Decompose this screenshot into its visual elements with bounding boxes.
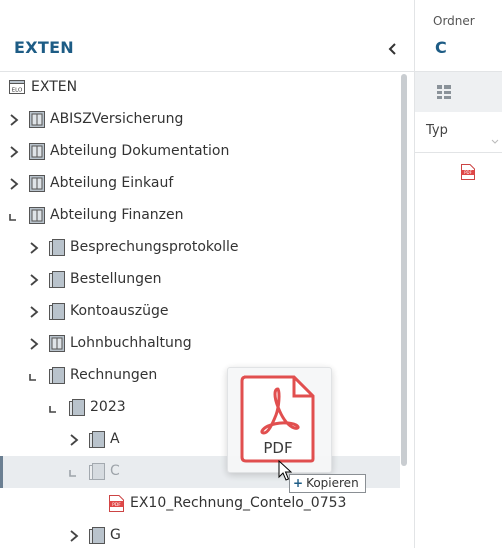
tree-item-label: Abteilung Dokumentation bbox=[50, 143, 230, 159]
folder-icon bbox=[49, 271, 65, 288]
column-header-label: Typ bbox=[426, 123, 448, 138]
folder-content-panel: Ordner C Typ PDF bbox=[415, 0, 502, 548]
tree-item-abiszversicherung[interactable]: ABISZVersicherung bbox=[0, 104, 400, 136]
tree-root[interactable]: ELO EXTEN bbox=[0, 72, 400, 104]
chevron-right-icon[interactable] bbox=[28, 241, 40, 255]
tree-item-a[interactable]: A bbox=[0, 424, 400, 456]
expanded-indicator-icon[interactable] bbox=[8, 209, 20, 223]
copy-tooltip: + Kopieren bbox=[289, 474, 366, 493]
tree-item-label: Abteilung Einkauf bbox=[50, 175, 174, 191]
svg-text:PDF: PDF bbox=[112, 502, 121, 508]
tree-item-rechnungen[interactable]: Rechnungen bbox=[0, 360, 400, 392]
tree-item-label: Besprechungsprotokolle bbox=[70, 239, 239, 255]
cabinet-icon bbox=[29, 143, 45, 160]
pdf-type-label: PDF bbox=[263, 439, 292, 457]
drag-preview: PDF bbox=[227, 367, 332, 473]
tree-item-besprechungsprotokolle[interactable]: Besprechungsprotokolle bbox=[0, 232, 400, 264]
cabinet-icon bbox=[29, 207, 45, 224]
svg-text:ELO: ELO bbox=[12, 88, 23, 94]
chevron-right-icon[interactable] bbox=[28, 305, 40, 319]
sort-icon[interactable] bbox=[491, 139, 499, 145]
tree-item-lohnbuchhaltung[interactable]: Lohnbuchhaltung bbox=[0, 328, 400, 360]
tree-item-label: EX10_Rechnung_Contelo_0753 bbox=[130, 495, 347, 511]
tree-root-label: EXTEN bbox=[31, 79, 78, 95]
tree-item-kontoauszuege[interactable]: Kontoauszüge bbox=[0, 296, 400, 328]
chevron-right-icon[interactable] bbox=[8, 113, 20, 127]
chevron-right-icon[interactable] bbox=[8, 177, 20, 191]
cabinet-icon bbox=[29, 111, 45, 128]
expanded-indicator-icon[interactable] bbox=[68, 465, 80, 479]
plus-icon: + bbox=[293, 476, 304, 490]
tree-scrollbar[interactable] bbox=[401, 74, 407, 466]
tree-item-2023[interactable]: 2023 bbox=[0, 392, 400, 424]
repository-icon: ELO bbox=[9, 80, 25, 94]
tree-item-label: Kontoauszüge bbox=[70, 303, 169, 319]
tree-item-abteilung-einkauf[interactable]: Abteilung Einkauf bbox=[0, 168, 400, 200]
tree-item-label: C bbox=[110, 463, 120, 479]
chevron-right-icon[interactable] bbox=[28, 273, 40, 287]
chevron-right-icon[interactable] bbox=[68, 433, 80, 447]
cabinet-icon bbox=[29, 175, 45, 192]
folder-type-label: Ordner bbox=[433, 14, 475, 28]
repository-panel: EXTEN ELO EXTEN ABISZVersicherung Abteil… bbox=[0, 0, 414, 548]
selection-marker bbox=[0, 456, 3, 488]
tree-item-label: A bbox=[110, 431, 120, 447]
folder-icon bbox=[49, 367, 65, 384]
expanded-indicator-icon[interactable] bbox=[48, 401, 60, 415]
tree-item-label: Bestellungen bbox=[70, 271, 162, 287]
cabinet-icon bbox=[49, 335, 65, 352]
folder-icon bbox=[69, 399, 85, 416]
tree-item-g[interactable]: G bbox=[0, 520, 400, 548]
tree-item-bestellungen[interactable]: Bestellungen bbox=[0, 264, 400, 296]
tree-item-abteilung-finanzen[interactable]: Abteilung Finanzen bbox=[0, 200, 400, 232]
tree-item-label: 2023 bbox=[90, 399, 126, 415]
tree-item-label: Abteilung Finanzen bbox=[50, 207, 184, 223]
tree-item-label: G bbox=[110, 527, 121, 543]
chevron-right-icon[interactable] bbox=[68, 529, 80, 543]
collapse-panel-button[interactable] bbox=[385, 40, 401, 58]
column-header-type[interactable]: Typ bbox=[415, 112, 502, 153]
folder-title: C bbox=[435, 38, 447, 57]
repository-header: EXTEN bbox=[0, 0, 414, 72]
repository-title: EXTEN bbox=[14, 38, 74, 57]
folder-icon bbox=[49, 239, 65, 256]
expanded-indicator-icon[interactable] bbox=[28, 369, 40, 383]
list-view-icon[interactable] bbox=[435, 83, 453, 101]
folder-icon bbox=[89, 463, 105, 480]
tree-item-label: ABISZVersicherung bbox=[50, 111, 184, 127]
pdf-file-icon[interactable]: PDF bbox=[461, 164, 475, 180]
tree-item-label: Rechnungen bbox=[70, 367, 158, 383]
pdf-document-icon: PDF bbox=[240, 375, 315, 463]
folder-icon bbox=[89, 527, 105, 544]
svg-text:PDF: PDF bbox=[464, 170, 472, 175]
tree-item-label: Lohnbuchhaltung bbox=[70, 335, 192, 351]
copy-tooltip-label: Kopieren bbox=[306, 476, 359, 490]
pdf-file-icon: PDF bbox=[109, 495, 124, 512]
chevron-right-icon[interactable] bbox=[28, 337, 40, 351]
folder-icon bbox=[89, 431, 105, 448]
tree-item-abteilung-dokumentation[interactable]: Abteilung Dokumentation bbox=[0, 136, 400, 168]
folder-icon bbox=[49, 303, 65, 320]
chevron-right-icon[interactable] bbox=[8, 145, 20, 159]
view-toolbar bbox=[415, 72, 502, 112]
